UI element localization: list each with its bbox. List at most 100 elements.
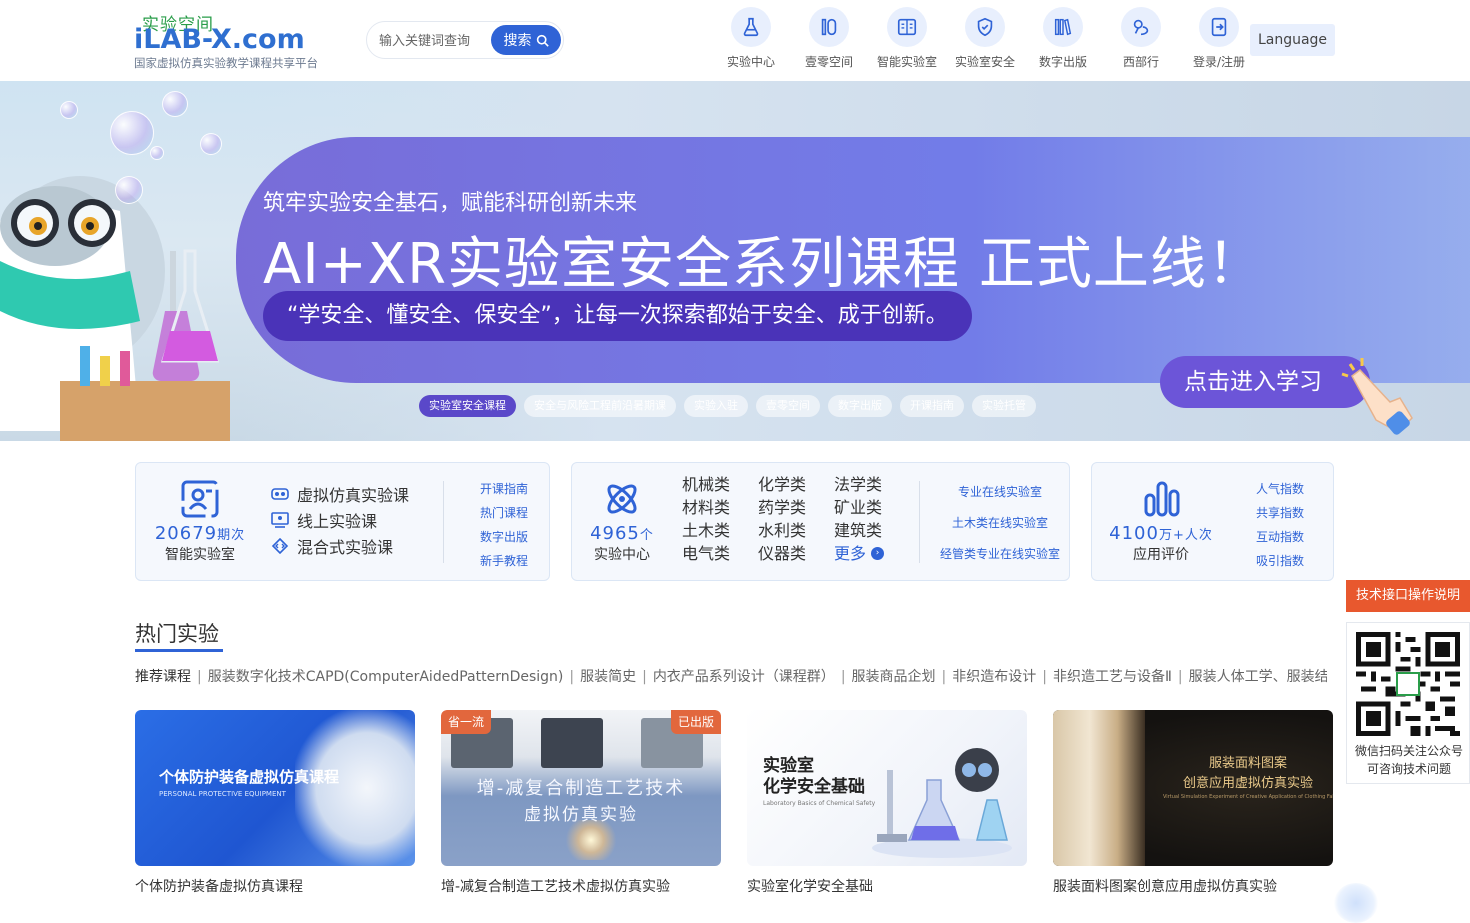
nav-item-login[interactable]: 登录/注册 — [1182, 7, 1256, 70]
section-title-underline — [135, 649, 223, 652]
more-label: 更多 — [834, 544, 867, 563]
course-type-online[interactable]: 线上实验课 — [271, 507, 409, 533]
bubble-decoration — [60, 101, 78, 119]
hero-banner[interactable]: 筑牢实验安全基石，赋能科研创新未来 AI+XR实验室安全系列课程 正式上线！ “… — [0, 81, 1470, 441]
course-type-vr[interactable]: 虚拟仿真实验课 — [271, 481, 409, 507]
category-grid: 机械类 化学类 法学类 材料类 药学类 矿业类 土木类 水利类 建筑类 电气类 … — [682, 473, 894, 565]
banner-tab-strip: 实验室安全课程 安全与风险工程前沿暑期课 实验入驻 壹零空间 数字出版 开课指南… — [419, 395, 1036, 417]
link-professional-online-lab[interactable]: 专业在线实验室 — [940, 477, 1060, 508]
tag-item[interactable]: 服装商品企划 — [852, 669, 936, 685]
search-input[interactable] — [379, 30, 489, 52]
link-popularity-index[interactable]: 人气指数 — [1256, 477, 1304, 501]
tag-item[interactable]: 服装简史 — [580, 669, 636, 685]
category-item[interactable]: 电气类 — [682, 542, 758, 565]
course-card[interactable]: 实验室 化学安全基础 Laboratory Basics of Chemical… — [747, 710, 1027, 896]
course-title[interactable]: 实验室化学安全基础 — [747, 876, 1027, 896]
stat-value: 4965 — [590, 523, 640, 544]
category-item[interactable]: 化学类 — [758, 473, 834, 496]
evaluation-card: 4100万+人次 应用评价 人气指数 共享指数 互动指数 吸引指数 — [1091, 462, 1334, 581]
link-attraction-index[interactable]: 吸引指数 — [1256, 549, 1304, 573]
stat-number: 4100万+人次 — [1106, 523, 1216, 544]
stat-caption: 应用评价 — [1133, 547, 1189, 563]
divider — [919, 481, 920, 563]
category-item[interactable]: 法学类 — [834, 473, 894, 496]
bar-chart-icon — [1144, 481, 1180, 517]
floating-help-bubble[interactable] — [1334, 883, 1378, 923]
link-beginner-tutorial[interactable]: 新手教程 — [480, 549, 528, 573]
tag-item[interactable]: 内衣产品系列设计（课程群） — [653, 669, 835, 685]
link-civil-online-lab[interactable]: 土木类在线实验室 — [940, 508, 1060, 539]
course-type-hybrid[interactable]: 混合式实验课 — [271, 533, 409, 559]
language-button[interactable]: Language — [1250, 24, 1335, 56]
search-button[interactable]: 搜索 — [491, 25, 561, 55]
banner-tab[interactable]: 壹零空间 — [756, 395, 820, 417]
cover-subtitle: Virtual Simulation Experiment of Creativ… — [1163, 794, 1333, 800]
course-title[interactable]: 增-减复合制造工艺技术虚拟仿真实验 — [441, 876, 721, 896]
banner-quote: “学安全、懂安全、保安全”，让每一次探索都始于安全、成于创新。 — [263, 291, 972, 341]
tag-item[interactable]: 推荐课程 — [135, 669, 191, 685]
course-tag-row: 推荐课程 | 服装数字化技术CAPD(ComputerAidedPatternDes… — [135, 666, 1327, 686]
nav-label: 数字出版 — [1038, 55, 1087, 69]
banner-tab[interactable]: 实验托管 — [972, 395, 1036, 417]
smart-lab-links: 开课指南 热门课程 数字出版 新手教程 — [480, 477, 528, 573]
category-item[interactable]: 矿业类 — [834, 496, 894, 519]
banner-cta-button[interactable]: 点击进入学习 — [1160, 356, 1370, 408]
course-thumbnail[interactable]: 服装面料图案 创意应用虚拟仿真实验 Virtual Simulation Exp… — [1053, 710, 1333, 866]
link-hot-courses[interactable]: 热门课程 — [480, 501, 528, 525]
category-item[interactable]: 水利类 — [758, 519, 834, 542]
nav-item-smart-lab[interactable]: 智能实验室 — [870, 7, 944, 70]
tech-interface-guide-button[interactable]: 技术接口操作说明 — [1346, 580, 1470, 612]
category-item[interactable]: 药学类 — [758, 496, 834, 519]
course-card[interactable]: 个体防护装备虚拟仿真课程 PERSONAL PROTECTIVE EQUIPME… — [135, 710, 415, 896]
tag-item[interactable]: 服装人体工学、服装结构设计 — [1189, 669, 1327, 685]
site-logo[interactable]: 实验空间 iLAB-X.com 国家虚拟仿真实验教学课程共享平台 — [134, 10, 344, 72]
course-title[interactable]: 服装面料图案创意应用虚拟仿真实验 — [1053, 876, 1333, 896]
section-title: 热门实验 — [135, 622, 219, 646]
provincial-first-class-badge: 省一流 — [441, 710, 492, 734]
category-item[interactable]: 材料类 — [682, 496, 758, 519]
link-management-online-lab[interactable]: 经管类专业在线实验室 — [940, 539, 1060, 570]
lab-center-stat: 4965个 实验中心 — [572, 523, 672, 564]
tag-item[interactable]: 非织造工艺与设备Ⅱ — [1053, 669, 1172, 685]
chevron-right-icon: › — [871, 547, 885, 560]
course-thumbnail[interactable]: 实验室 化学安全基础 Laboratory Basics of Chemical… — [747, 710, 1027, 866]
category-item[interactable]: 仪器类 — [758, 542, 834, 565]
wechat-qr-code — [1356, 632, 1460, 736]
course-thumbnail[interactable]: 个体防护装备虚拟仿真课程 PERSONAL PROTECTIVE EQUIPME… — [135, 710, 415, 866]
tag-separator: | — [840, 669, 846, 685]
more-categories-link[interactable]: 更多 › — [834, 542, 894, 565]
course-type-label: 虚拟仿真实验课 — [297, 486, 410, 505]
category-item[interactable]: 机械类 — [682, 473, 758, 496]
course-title[interactable]: 个体防护装备虚拟仿真课程 — [135, 876, 415, 896]
course-card[interactable]: 增-减复合制造工艺技术 虚拟仿真实验 省一流 已出版 增-减复合制造工艺技术虚拟… — [441, 710, 721, 896]
tag-item[interactable]: 非织造布设计 — [952, 669, 1036, 685]
stat-caption: 智能实验室 — [165, 547, 235, 563]
link-sharing-index[interactable]: 共享指数 — [1256, 501, 1304, 525]
banner-tab[interactable]: 安全与风险工程前沿暑期课 — [524, 395, 676, 417]
category-item[interactable]: 土木类 — [682, 519, 758, 542]
banner-tab[interactable]: 数字出版 — [828, 395, 892, 417]
tag-separator: | — [1042, 669, 1047, 685]
link-digital-publishing[interactable]: 数字出版 — [480, 525, 528, 549]
banner-tab[interactable]: 实验入驻 — [684, 395, 748, 417]
tag-separator: | — [941, 669, 947, 685]
course-thumbnail[interactable]: 增-减复合制造工艺技术 虚拟仿真实验 省一流 已出版 — [441, 710, 721, 866]
category-item[interactable]: 建筑类 — [834, 519, 894, 542]
tag-item[interactable]: 服装数字化技术CAPD(ComputerAidedPatternDesign) — [208, 669, 564, 685]
published-badge: 已出版 — [670, 710, 721, 734]
cover-title-text: 实验室 化学安全基础 — [763, 756, 865, 797]
embroidered-dress-image — [1053, 710, 1145, 866]
link-course-guide[interactable]: 开课指南 — [480, 477, 528, 501]
cover-title: 个体防护装备虚拟仿真课程 — [159, 768, 340, 786]
qr-caption: 微信扫码关注公众号可咨询技术问题 — [1354, 744, 1463, 776]
nav-item-lab-safety[interactable]: 实验室安全 — [948, 7, 1022, 70]
pointing-hand-icon — [1341, 358, 1413, 435]
nav-item-west-tour[interactable]: 西部行 — [1104, 7, 1178, 70]
banner-tab[interactable]: 开课指南 — [900, 395, 964, 417]
nav-item-one-zero-space[interactable]: 壹零空间 — [792, 7, 866, 70]
nav-item-digital-publishing[interactable]: 数字出版 — [1026, 7, 1100, 70]
nav-item-lab-center[interactable]: 实验中心 — [714, 7, 788, 70]
link-interaction-index[interactable]: 互动指数 — [1256, 525, 1304, 549]
banner-tab[interactable]: 实验室安全课程 — [419, 395, 516, 417]
course-card[interactable]: 服装面料图案 创意应用虚拟仿真实验 Virtual Simulation Exp… — [1053, 710, 1333, 896]
